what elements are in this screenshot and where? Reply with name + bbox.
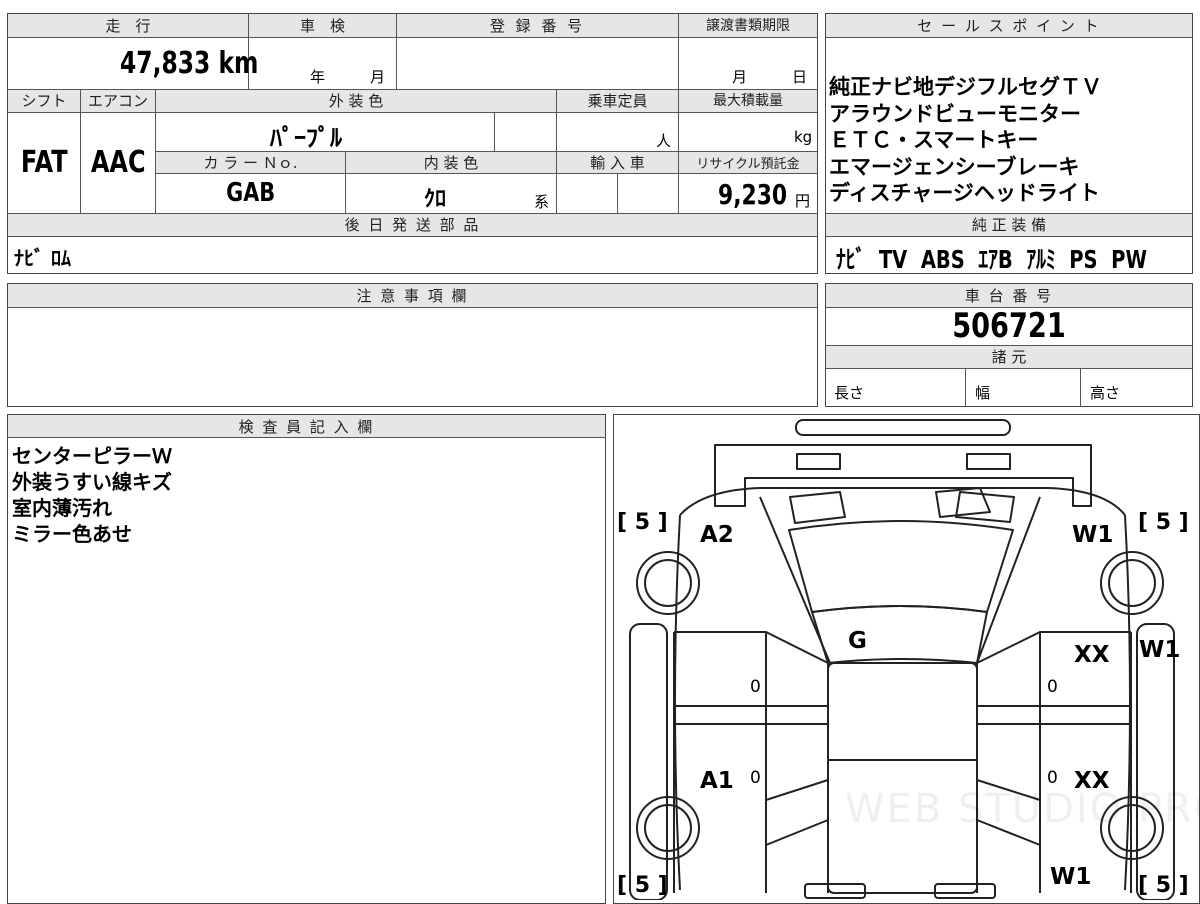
interior-color-label: 内 装 色 xyxy=(423,154,479,172)
tire-front-right: [ 5 ] xyxy=(1138,510,1189,535)
inspection-year-unit: 年 xyxy=(310,68,326,86)
sales-point-item: 純正ナビ地デジフルセグＴＶ xyxy=(829,75,1102,99)
aircon-value: AAC xyxy=(90,145,146,180)
exterior-color-label: 外 装 色 xyxy=(328,92,384,110)
equipment-list: ﾅﾋﾞ TV ABS ｴｱB ｱﾙﾐ PS PW xyxy=(836,240,1200,276)
capacity-label: 乗車定員 xyxy=(587,92,648,110)
interior-color-suffix: 系 xyxy=(534,193,550,211)
inspection-label: 車 検 xyxy=(299,17,345,35)
deadline-day-unit: 日 xyxy=(792,68,808,86)
mileage-value: 47,833 km xyxy=(120,46,259,81)
registration-label: 登 録 番 号 xyxy=(489,17,586,35)
equipment-item: ABS xyxy=(920,245,965,274)
recycle-fee-value: 9,230 xyxy=(718,178,788,211)
inspector-note-item: 外装うすい線キズ xyxy=(12,470,172,494)
equipment-item: PS xyxy=(1069,245,1098,274)
capacity-unit: 人 xyxy=(656,132,672,150)
door-mark-lf: 0 xyxy=(750,677,761,697)
equipment-item: PW xyxy=(1111,245,1147,274)
door-mark-rr: 0 xyxy=(1047,768,1058,788)
tire-rear-left: [ 5 ] xyxy=(617,873,668,898)
inspector-notes-label: 検 査 員 記 入 欄 xyxy=(238,418,375,436)
door-mark-lr: 0 xyxy=(750,768,761,788)
mark-windshield: G xyxy=(848,628,867,654)
recycle-fee-label: リサイクル預託金 xyxy=(696,157,800,172)
specs-label: 諸 元 xyxy=(991,348,1027,366)
equipment-item: ｴｱB xyxy=(978,245,1013,274)
exterior-color-value: ﾊﾟｰﾌﾟﾙ xyxy=(270,124,342,152)
later-parts-label: 後 日 発 送 部 品 xyxy=(344,216,481,234)
chassis-no-label: 車 台 番 号 xyxy=(964,287,1054,305)
inspector-note-item: ミラー色あせ xyxy=(12,522,132,546)
inspector-note-item: センターピラーＷ xyxy=(12,444,172,468)
inspection-month-unit: 月 xyxy=(370,68,386,86)
interior-color-value: ｸﾛ xyxy=(424,187,447,212)
inspector-notes-list: センターピラーＷ 外装うすい線キズ 室内薄汚れ ミラー色あせ xyxy=(12,443,172,547)
deadline-label: 譲渡書類期限 xyxy=(706,18,790,34)
caution-label: 注 意 事 項 欄 xyxy=(356,287,469,305)
sales-point-item: ＥＴＣ・スマートキー xyxy=(829,128,1039,152)
mark-right-front-edge: W1 xyxy=(1139,637,1181,663)
equipment-item: ｱﾙﾐ xyxy=(1026,245,1056,274)
deadline-month-unit: 月 xyxy=(732,68,748,86)
chassis-no-value: 506721 xyxy=(952,306,1066,346)
later-parts-value: ﾅﾋﾞ ﾛﾑ xyxy=(14,246,71,270)
max-load-label: 最大積載量 xyxy=(713,93,783,109)
sales-point-item: エマージェンシーブレーキ xyxy=(829,154,1080,179)
inspector-note-item: 室内薄汚れ xyxy=(12,496,112,520)
color-no-label: カ ラ ー Ｎｏ. xyxy=(203,154,298,172)
door-mark-rf: 0 xyxy=(1047,677,1058,697)
shift-label: シフト xyxy=(21,92,67,110)
color-no-value: GAB xyxy=(225,178,276,208)
spec-width: 幅 xyxy=(975,384,991,402)
spec-length: 長さ xyxy=(834,384,865,402)
shift-value: FAT xyxy=(20,145,68,180)
mark-front-left-fender: A2 xyxy=(700,522,734,548)
standard-equipment-label: 純 正 装 備 xyxy=(971,216,1047,234)
import-label: 輸 入 車 xyxy=(590,154,645,172)
mark-right-rear-quarter: W1 xyxy=(1050,864,1092,890)
equipment-item: TV xyxy=(878,245,908,274)
watermark: WEB STUDIO PRO xyxy=(845,786,1200,832)
max-load-unit: kg xyxy=(794,128,813,146)
aircon-label: エアコン xyxy=(87,92,148,110)
sales-point-item: アラウンドビューモニター xyxy=(829,101,1081,126)
mileage-label: 走 行 xyxy=(105,17,151,35)
mark-right-front-door: XX xyxy=(1074,642,1110,668)
recycle-fee-unit: 円 xyxy=(795,192,811,210)
spec-height: 高さ xyxy=(1090,384,1121,402)
sales-points-list: 純正ナビ地デジフルセグＴＶ アラウンドビューモニター ＥＴＣ・スマートキー エマ… xyxy=(829,74,1102,207)
mark-front-right-fender: W1 xyxy=(1072,522,1114,548)
mark-left-rear-quarter: A1 xyxy=(700,768,734,794)
tire-rear-right: [ 5 ] xyxy=(1138,873,1189,898)
tire-front-left: [ 5 ] xyxy=(617,510,668,535)
sales-points-label: セ ー ル ス ポ イ ン ト xyxy=(917,17,1101,35)
equipment-item: ﾅﾋﾞ xyxy=(836,245,866,274)
sales-point-item: ディスチャージヘッドライト xyxy=(829,181,1100,205)
